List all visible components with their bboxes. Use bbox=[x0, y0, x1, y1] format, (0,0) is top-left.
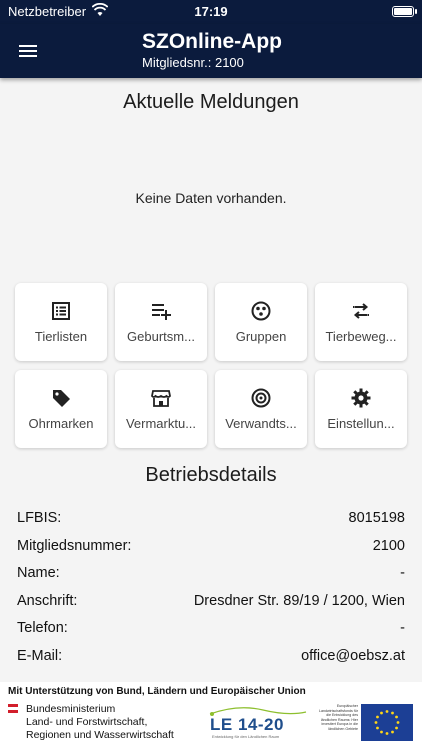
detail-key: E-Mail: bbox=[17, 647, 63, 664]
gear-icon bbox=[351, 388, 371, 408]
detail-row-lfbis: LFBIS: 8015198 bbox=[17, 510, 405, 530]
app-bar: SZOnline-App Mitgliedsnr.: 2100 bbox=[0, 24, 422, 78]
member-number: Mitgliedsnr.: 2100 bbox=[142, 55, 244, 70]
eu-star bbox=[376, 715, 379, 719]
tile-label: Tierbeweg... bbox=[325, 329, 397, 344]
eu-star bbox=[395, 715, 398, 719]
tile-label: Geburtsm... bbox=[127, 329, 195, 344]
le-logo: LE 14-20 bbox=[210, 715, 284, 734]
detail-row-member-number: Mitgliedsnummer: 2100 bbox=[17, 538, 405, 558]
tag-icon bbox=[53, 390, 70, 407]
tile-verwandtschaft[interactable]: Verwandts... bbox=[215, 370, 307, 448]
clock: 17:19 bbox=[194, 4, 228, 19]
eu-star bbox=[376, 726, 379, 730]
detail-key: Name: bbox=[17, 565, 60, 581]
eu-star bbox=[380, 711, 383, 715]
tile-ohrmarken[interactable]: Ohrmarken bbox=[15, 370, 107, 448]
austria-flag-icon bbox=[8, 704, 18, 713]
group-icon bbox=[251, 301, 271, 321]
tile-label: Tierlisten bbox=[34, 329, 88, 344]
detail-key: Telefon: bbox=[17, 620, 68, 636]
news-title: Aktuelle Meldungen bbox=[123, 91, 299, 113]
details-title: Betriebsdetails bbox=[145, 464, 277, 486]
detail-value: 2100 bbox=[372, 537, 405, 554]
eu-star bbox=[391, 711, 394, 715]
tile-tierlisten[interactable]: Tierlisten bbox=[15, 283, 107, 361]
tile-label: Vermarktu... bbox=[125, 416, 197, 431]
eu-star bbox=[374, 721, 378, 724]
battery-cap bbox=[415, 9, 417, 14]
eu-star bbox=[396, 721, 400, 724]
detail-value: Dresdner Str. 89/19 / 1200, Wien bbox=[193, 592, 405, 609]
detail-value: - bbox=[400, 565, 405, 581]
support-text: Mit Unterstützung von Bund, Ländern und … bbox=[8, 686, 306, 697]
detail-key: LFBIS: bbox=[17, 510, 62, 526]
tile-label: Ohrmarken bbox=[28, 416, 94, 431]
battery-icon bbox=[392, 6, 414, 17]
ministry-line: Land- und Forstwirtschaft, bbox=[26, 716, 148, 728]
eu-star bbox=[395, 726, 398, 730]
ministry-logo-text: Bundesministerium Land- und Forstwirtsch… bbox=[26, 703, 174, 742]
eu-flag-icon bbox=[361, 704, 413, 741]
store-icon bbox=[151, 390, 171, 407]
detail-key: Mitgliedsnummer: bbox=[17, 537, 132, 554]
menu-icon[interactable] bbox=[16, 38, 42, 64]
ministry-line: Regionen und Wasserwirtschaft bbox=[26, 729, 174, 741]
target-icon bbox=[251, 388, 271, 408]
tile-tierbewegungen[interactable]: Tierbeweg... bbox=[315, 283, 407, 361]
tile-label: Verwandts... bbox=[225, 416, 297, 431]
tile-gruppen[interactable]: Gruppen bbox=[215, 283, 307, 361]
app-title: SZOnline-App bbox=[142, 30, 282, 53]
status-bar: Netzbetreiber 17:19 bbox=[0, 0, 422, 24]
detail-value: - bbox=[400, 620, 405, 636]
list-icon bbox=[52, 302, 70, 320]
detail-row-email: E-Mail: office@oebsz.at bbox=[17, 648, 405, 668]
detail-key: Anschrift: bbox=[17, 592, 78, 609]
tile-label: Gruppen bbox=[235, 329, 287, 344]
detail-row-address: Anschrift: Dresdner Str. 89/19 / 1200, W… bbox=[17, 593, 405, 613]
detail-row-phone: Telefon: - bbox=[17, 620, 405, 640]
swap-arrows-icon bbox=[353, 303, 369, 319]
detail-row-name: Name: - bbox=[17, 565, 405, 585]
tile-vermarktung[interactable]: Vermarktu... bbox=[115, 370, 207, 448]
tile-label: Einstellun... bbox=[327, 416, 395, 431]
le-logo-subtext: Entwicklung für den Ländlichen Raum bbox=[212, 734, 280, 739]
empty-message: Keine Daten vorhanden. bbox=[135, 190, 287, 206]
detail-value[interactable]: office@oebsz.at bbox=[301, 648, 405, 664]
tile-geburtsmeldung[interactable]: Geburtsm... bbox=[115, 283, 207, 361]
funding-banner: Mit Unterstützung von Bund, Ländern und … bbox=[0, 682, 422, 750]
eu-fund-text: Europäischer Landwirtschaftsfonds für di… bbox=[319, 704, 358, 731]
eu-star bbox=[391, 730, 394, 734]
playlist-add-icon bbox=[152, 304, 171, 320]
eu-star bbox=[380, 730, 383, 734]
detail-value: 8015198 bbox=[348, 510, 405, 526]
tile-einstellungen[interactable]: Einstellun... bbox=[315, 370, 407, 448]
eu-star bbox=[385, 732, 389, 735]
eu-star bbox=[385, 710, 389, 713]
ministry-line: Bundesministerium bbox=[26, 703, 116, 715]
